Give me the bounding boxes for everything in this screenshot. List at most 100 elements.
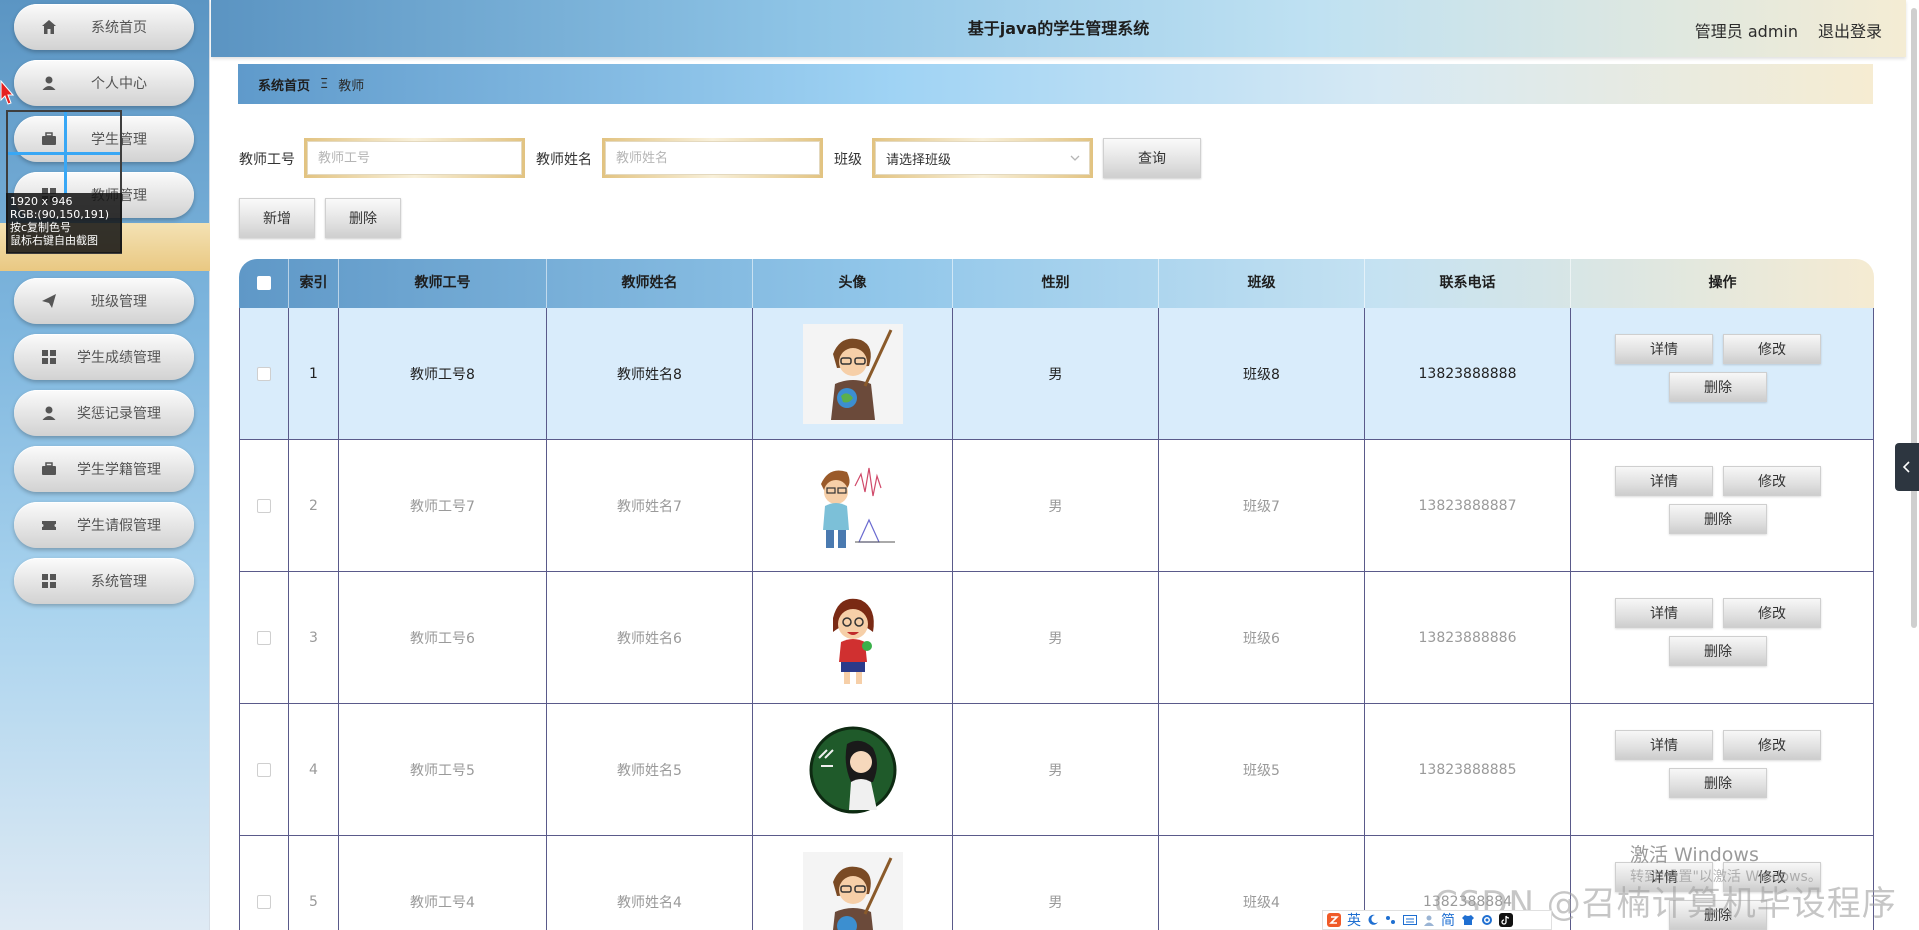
- index-cell: 2: [289, 440, 339, 572]
- gender-cell: 男: [953, 572, 1159, 704]
- detail-button[interactable]: 详情: [1615, 598, 1713, 628]
- teacher-no-input[interactable]: [307, 141, 522, 175]
- breadcrumb-current: 教师: [338, 78, 365, 94]
- class-cell: 班级8: [1159, 308, 1365, 440]
- class-select[interactable]: 请选择班级: [875, 141, 1090, 175]
- user-icon[interactable]: [1423, 914, 1435, 926]
- moon-icon[interactable]: [1367, 914, 1379, 926]
- phone-cell: 13823888888: [1365, 308, 1571, 440]
- header-phone: 联系电话: [1365, 259, 1571, 308]
- detail-button[interactable]: 详情: [1615, 466, 1713, 496]
- top-header: 基于java的学生管理系统 管理员 admin 退出登录: [211, 0, 1906, 57]
- teacher-name-cell: 教师姓名7: [547, 440, 753, 572]
- actions-cell: 详情 修改 删除: [1571, 704, 1874, 836]
- avatar-cell: [753, 440, 953, 572]
- avatar-cell: [753, 308, 953, 440]
- row-select-cell: [239, 704, 289, 836]
- sidebar-item-classes[interactable]: 班级管理: [14, 278, 194, 324]
- edit-button[interactable]: 修改: [1723, 466, 1821, 496]
- table-header: 索引 教师工号 教师姓名 头像 性别 班级 联系电话 操作: [239, 259, 1874, 308]
- header-teacher-name: 教师姓名: [547, 259, 753, 308]
- breadcrumb-home[interactable]: 系统首页: [258, 75, 310, 94]
- row-checkbox[interactable]: [257, 631, 271, 645]
- header-select-all[interactable]: [239, 259, 289, 308]
- delete-button[interactable]: 删除: [1669, 504, 1767, 534]
- ime-simplified[interactable]: 简: [1441, 910, 1455, 930]
- windows-activate-title: 激活 Windows: [1630, 844, 1759, 866]
- query-button[interactable]: 查询: [1103, 138, 1201, 178]
- header-avatar: 头像: [753, 259, 953, 308]
- capture-rgb: RGB:(90,150,191): [10, 208, 109, 221]
- row-checkbox[interactable]: [257, 763, 271, 777]
- actions-cell: 详情 修改 删除: [1571, 308, 1874, 440]
- gear-icon[interactable]: [1481, 914, 1493, 926]
- teacher-name-cell: 教师姓名6: [547, 572, 753, 704]
- sogou-logo-icon: [1327, 913, 1341, 927]
- breadcrumb-separator: Ξ: [320, 76, 329, 92]
- delete-button[interactable]: 删除: [1669, 768, 1767, 798]
- sidebar-item-system[interactable]: 系统管理: [14, 558, 194, 604]
- capture-copy-hint: 按c复制色号: [10, 221, 72, 234]
- grid-icon: [40, 572, 58, 590]
- sidebar-item-grades[interactable]: 学生成绩管理: [14, 334, 194, 380]
- ime-toolbar[interactable]: 英 简: [1322, 910, 1552, 930]
- teacher-name-input[interactable]: [605, 141, 820, 175]
- index-cell: 1: [289, 308, 339, 440]
- punctuation-icon[interactable]: [1385, 914, 1397, 926]
- chevron-down-icon: [1070, 155, 1080, 161]
- panel-toggle[interactable]: [1895, 443, 1919, 491]
- page-scrollbar[interactable]: [1911, 8, 1917, 628]
- teacher-name-field-frame: [602, 138, 823, 178]
- actions-cell: 详情 修改 删除: [1571, 440, 1874, 572]
- class-cell: 班级7: [1159, 440, 1365, 572]
- sidebar-item-profile[interactable]: 个人中心: [14, 60, 194, 106]
- row-checkbox[interactable]: [257, 895, 271, 909]
- sidebar-item-enrollment[interactable]: 学生学籍管理: [14, 446, 194, 492]
- capture-info-panel: 1920 x 946 RGB:(90,150,191) 按c复制色号 鼠标右键自…: [6, 193, 122, 253]
- shirt-icon[interactable]: [1461, 914, 1475, 926]
- teacher-name-cell: 教师姓名4: [547, 836, 753, 930]
- capture-size: 1920 x 946: [10, 195, 73, 208]
- phone-cell: 13823888886: [1365, 572, 1571, 704]
- sidebar-item-leave[interactable]: 学生请假管理: [14, 502, 194, 548]
- header-class: 班级: [1159, 259, 1365, 308]
- teacher-name-cell: 教师姓名5: [547, 704, 753, 836]
- add-button[interactable]: 新增: [239, 198, 315, 238]
- row-checkbox[interactable]: [257, 367, 271, 381]
- send-icon: [40, 292, 58, 310]
- sidebar-item-rewards[interactable]: 奖惩记录管理: [14, 390, 194, 436]
- grid-icon: [40, 348, 58, 366]
- teacher-no-cell: 教师工号7: [339, 440, 547, 572]
- row-checkbox[interactable]: [257, 499, 271, 513]
- edit-button[interactable]: 修改: [1723, 334, 1821, 364]
- table-row[interactable]: 3 教师工号6 教师姓名6 男 班级6 13823888886 详情 修改 删除: [239, 572, 1874, 704]
- class-select-placeholder: 请选择班级: [886, 152, 952, 168]
- keyboard-icon[interactable]: [1403, 914, 1417, 926]
- page-title: 基于java的学生管理系统: [967, 19, 1150, 38]
- detail-button[interactable]: 详情: [1615, 730, 1713, 760]
- header-gender: 性别: [953, 259, 1159, 308]
- detail-button[interactable]: 详情: [1615, 334, 1713, 364]
- tiktok-icon[interactable]: [1499, 913, 1513, 927]
- bulk-delete-button[interactable]: 删除: [325, 198, 401, 238]
- table-row[interactable]: 4 教师工号5 教师姓名5 男 班级5 13823888885 详情 修改 删除: [239, 704, 1874, 836]
- table-row[interactable]: 1 教师工号8 教师姓名8 男 班级8 13823888888 详情 修改 删除: [239, 308, 1874, 440]
- edit-button[interactable]: 修改: [1723, 598, 1821, 628]
- teacher-pointer-avatar: [802, 324, 903, 424]
- phone-cell: 13823888885: [1365, 704, 1571, 836]
- table-row[interactable]: 2 教师工号7 教师姓名7 男 班级7 13823888887 详情 修改 删除: [239, 440, 1874, 572]
- delete-button[interactable]: 删除: [1669, 636, 1767, 666]
- current-user: 管理员 admin: [1694, 22, 1798, 41]
- logout-link[interactable]: 退出登录: [1818, 18, 1882, 42]
- delete-button[interactable]: 删除: [1669, 372, 1767, 402]
- briefcase-icon: [40, 460, 58, 478]
- home-icon: [40, 18, 58, 36]
- teacher-no-cell: 教师工号5: [339, 704, 547, 836]
- row-select-cell: [239, 440, 289, 572]
- row-select-cell: [239, 572, 289, 704]
- sidebar-item-home[interactable]: 系统首页: [14, 4, 194, 50]
- select-all-checkbox[interactable]: [256, 276, 271, 290]
- edit-button[interactable]: 修改: [1723, 730, 1821, 760]
- ime-lang[interactable]: 英: [1347, 910, 1361, 930]
- teacher-table: 索引 教师工号 教师姓名 头像 性别 班级 联系电话 操作 1 教师工号8 教师…: [239, 259, 1874, 930]
